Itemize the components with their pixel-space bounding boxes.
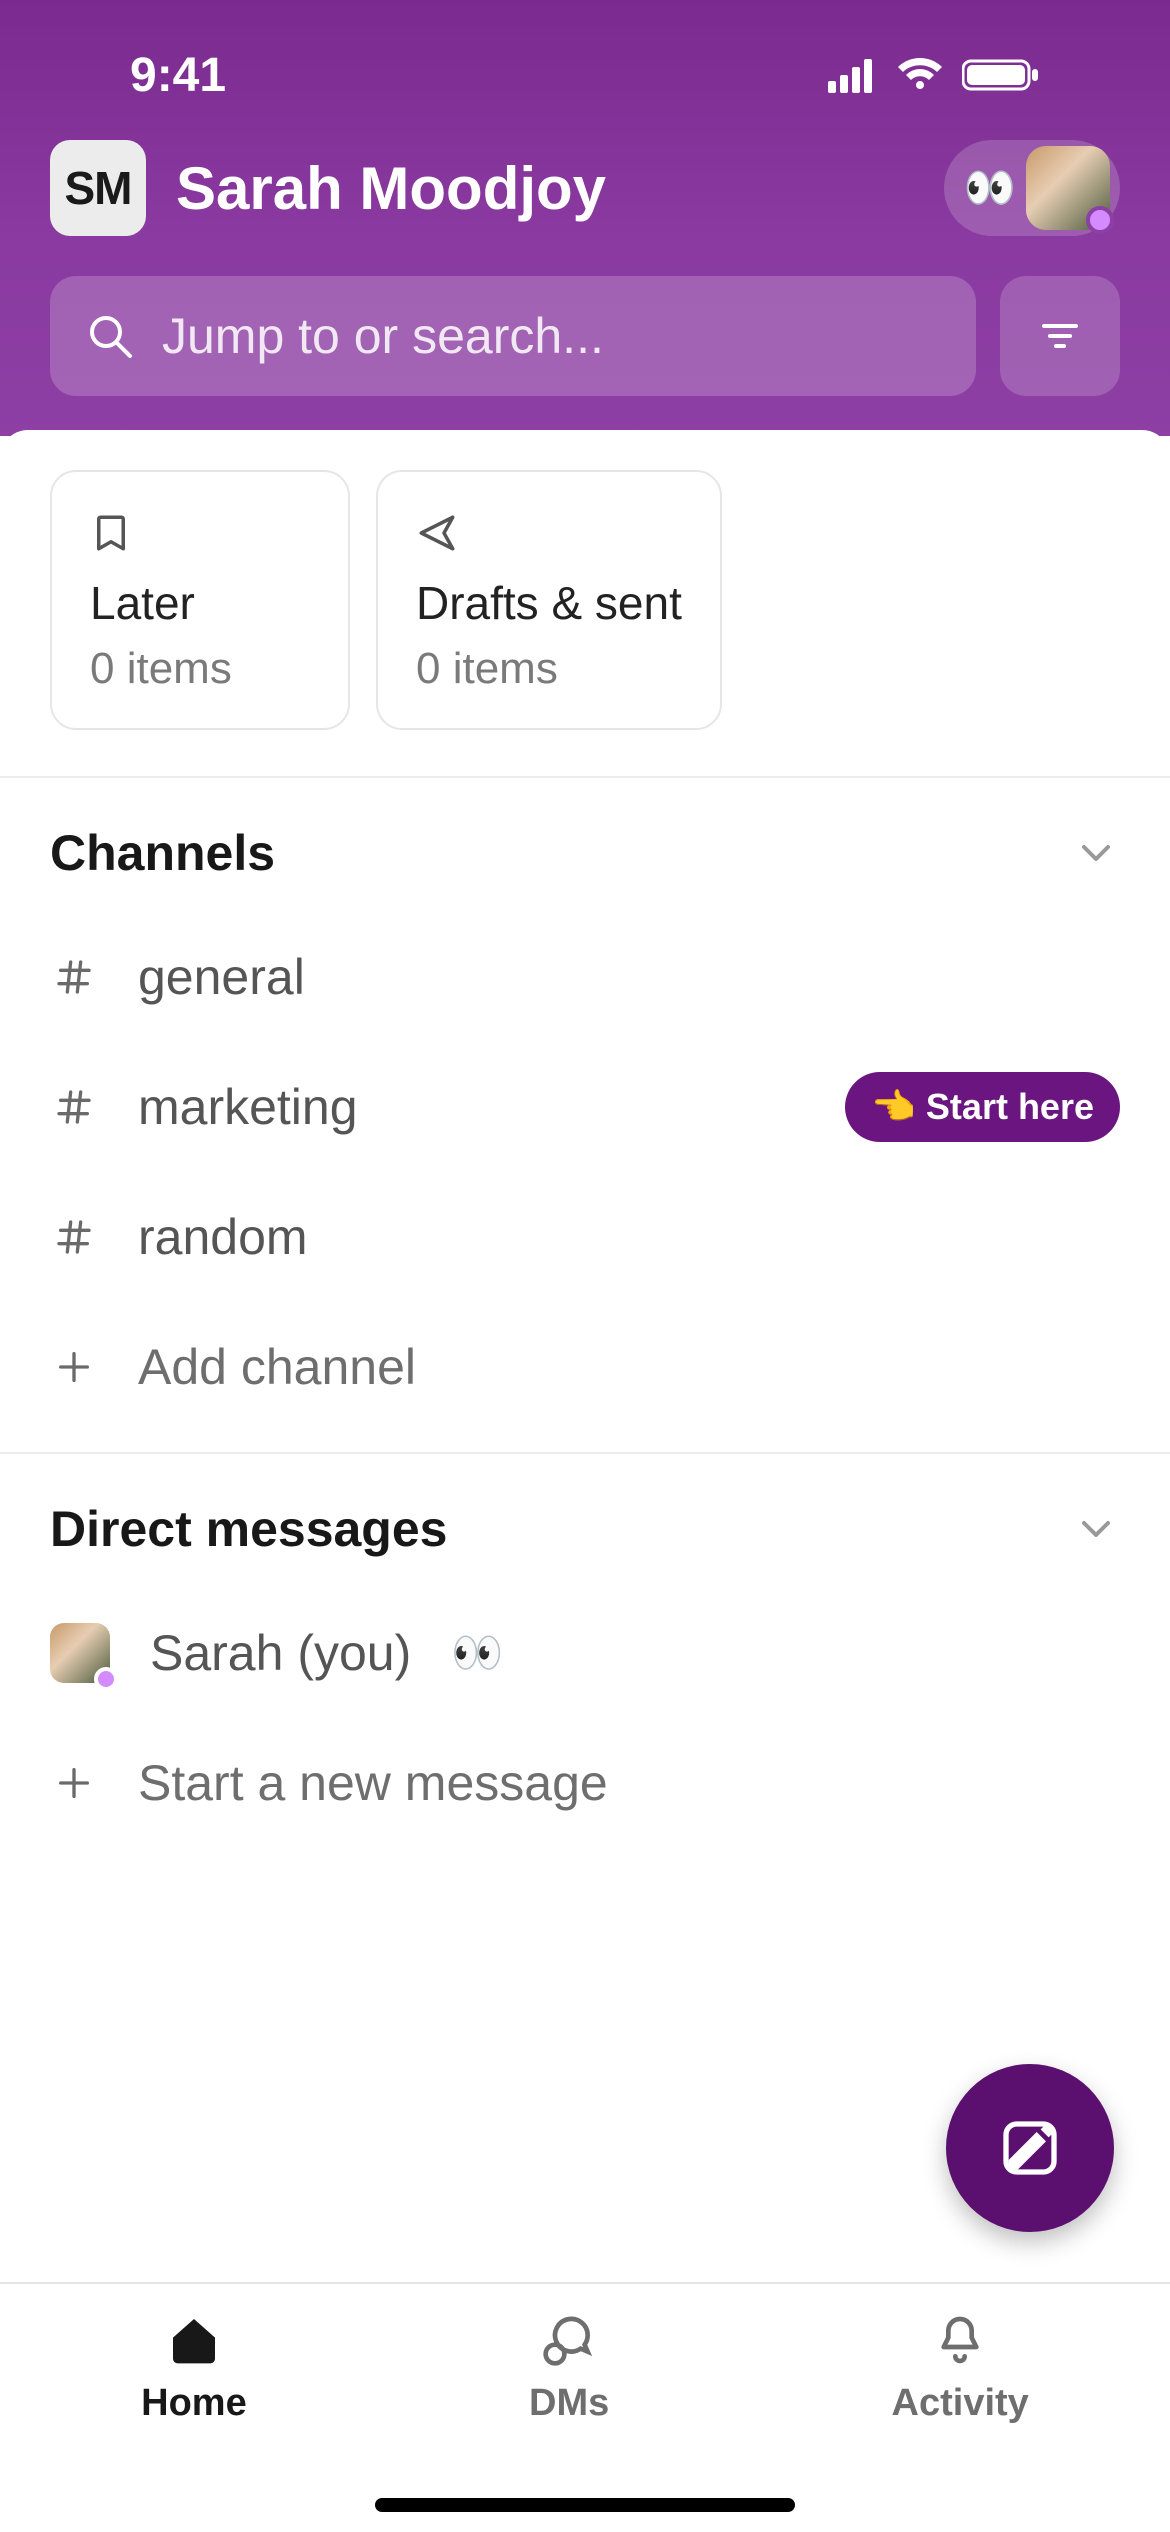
channel-label: random <box>138 1208 308 1266</box>
compose-icon <box>998 2116 1062 2180</box>
drafts-title: Drafts & sent <box>416 576 682 630</box>
tab-activity-label: Activity <box>892 2382 1029 2425</box>
filter-icon <box>1036 312 1084 360</box>
channels-section: Channels general marketing 👈 Start here … <box>0 778 1170 1432</box>
dms-title: Direct messages <box>50 1500 447 1558</box>
hash-icon <box>50 957 98 997</box>
later-title: Later <box>90 576 310 630</box>
wifi-icon <box>896 57 944 93</box>
profile-button[interactable]: 👀 <box>944 140 1120 236</box>
start-here-pill[interactable]: 👈 Start here <box>845 1072 1120 1142</box>
battery-icon <box>962 57 1040 93</box>
avatar <box>50 1623 110 1683</box>
header: 9:41 SM Sarah Moodjoy 👀 Jump to <box>0 0 1170 436</box>
tab-home-label: Home <box>141 2382 247 2425</box>
workspace-switcher[interactable]: SM Sarah Moodjoy <box>50 140 606 236</box>
quick-cards: Later 0 items Drafts & sent 0 items <box>0 470 1170 776</box>
later-card[interactable]: Later 0 items <box>50 470 350 730</box>
workspace-badge: SM <box>50 140 146 236</box>
drafts-sub: 0 items <box>416 644 682 694</box>
channel-label: general <box>138 948 305 1006</box>
dms-section: Direct messages Sarah (you) 👀 Start a ne… <box>0 1454 1170 1848</box>
channels-header[interactable]: Channels <box>50 778 1120 912</box>
title-row: SM Sarah Moodjoy 👀 <box>50 140 1120 236</box>
dm-self-label: Sarah (you) <box>150 1624 411 1682</box>
channels-title: Channels <box>50 824 275 882</box>
channel-general[interactable]: general <box>50 912 1120 1042</box>
dm-avatar-wrap <box>50 1623 110 1683</box>
search-icon <box>86 312 134 360</box>
plus-icon <box>50 1347 98 1387</box>
tab-activity[interactable]: Activity <box>892 2312 1029 2425</box>
search-row: Jump to or search... <box>50 276 1120 396</box>
start-here-label: Start here <box>926 1086 1094 1128</box>
activity-icon <box>932 2312 988 2368</box>
status-time: 9:41 <box>130 48 226 103</box>
search-placeholder: Jump to or search... <box>162 307 604 365</box>
home-indicator[interactable] <box>375 2498 795 2512</box>
dms-header[interactable]: Direct messages <box>50 1454 1120 1588</box>
dms-icon <box>541 2312 597 2368</box>
start-new-message-button[interactable]: Start a new message <box>50 1718 1120 1848</box>
tab-home[interactable]: Home <box>141 2312 247 2425</box>
home-icon <box>166 2312 222 2368</box>
start-message-label: Start a new message <box>138 1754 608 1812</box>
compose-fab[interactable] <box>946 2064 1114 2232</box>
status-indicators <box>828 57 1040 93</box>
point-left-emoji: 👈 <box>871 1086 916 1128</box>
drafts-card[interactable]: Drafts & sent 0 items <box>376 470 722 730</box>
dm-self-emoji: 👀 <box>451 1629 503 1678</box>
presence-indicator <box>1086 206 1114 234</box>
chevron-down-icon <box>1072 1505 1120 1553</box>
dm-self[interactable]: Sarah (you) 👀 <box>50 1588 1120 1718</box>
tab-bar: Home DMs Activity <box>0 2282 1170 2532</box>
search-input[interactable]: Jump to or search... <box>50 276 976 396</box>
status-bar: 9:41 <box>50 40 1120 110</box>
hash-icon <box>50 1087 98 1127</box>
screen: 9:41 SM Sarah Moodjoy 👀 Jump to <box>0 0 1170 2532</box>
later-sub: 0 items <box>90 644 310 694</box>
workspace-name: Sarah Moodjoy <box>176 154 606 223</box>
add-channel-button[interactable]: Add channel <box>50 1302 1120 1432</box>
hash-icon <box>50 1217 98 1257</box>
tab-dms[interactable]: DMs <box>529 2312 609 2425</box>
channel-random[interactable]: random <box>50 1172 1120 1302</box>
avatar <box>1026 146 1110 230</box>
channel-marketing[interactable]: marketing 👈 Start here <box>50 1042 1120 1172</box>
add-channel-label: Add channel <box>138 1338 416 1396</box>
cellular-icon <box>828 57 878 93</box>
plus-icon <box>50 1763 98 1803</box>
status-emoji: 👀 <box>964 164 1016 213</box>
send-icon <box>416 510 458 556</box>
bookmark-icon <box>90 510 132 556</box>
tab-dms-label: DMs <box>529 2382 609 2425</box>
filter-button[interactable] <box>1000 276 1120 396</box>
channel-label: marketing <box>138 1078 358 1136</box>
chevron-down-icon <box>1072 829 1120 877</box>
presence-indicator <box>94 1667 118 1691</box>
